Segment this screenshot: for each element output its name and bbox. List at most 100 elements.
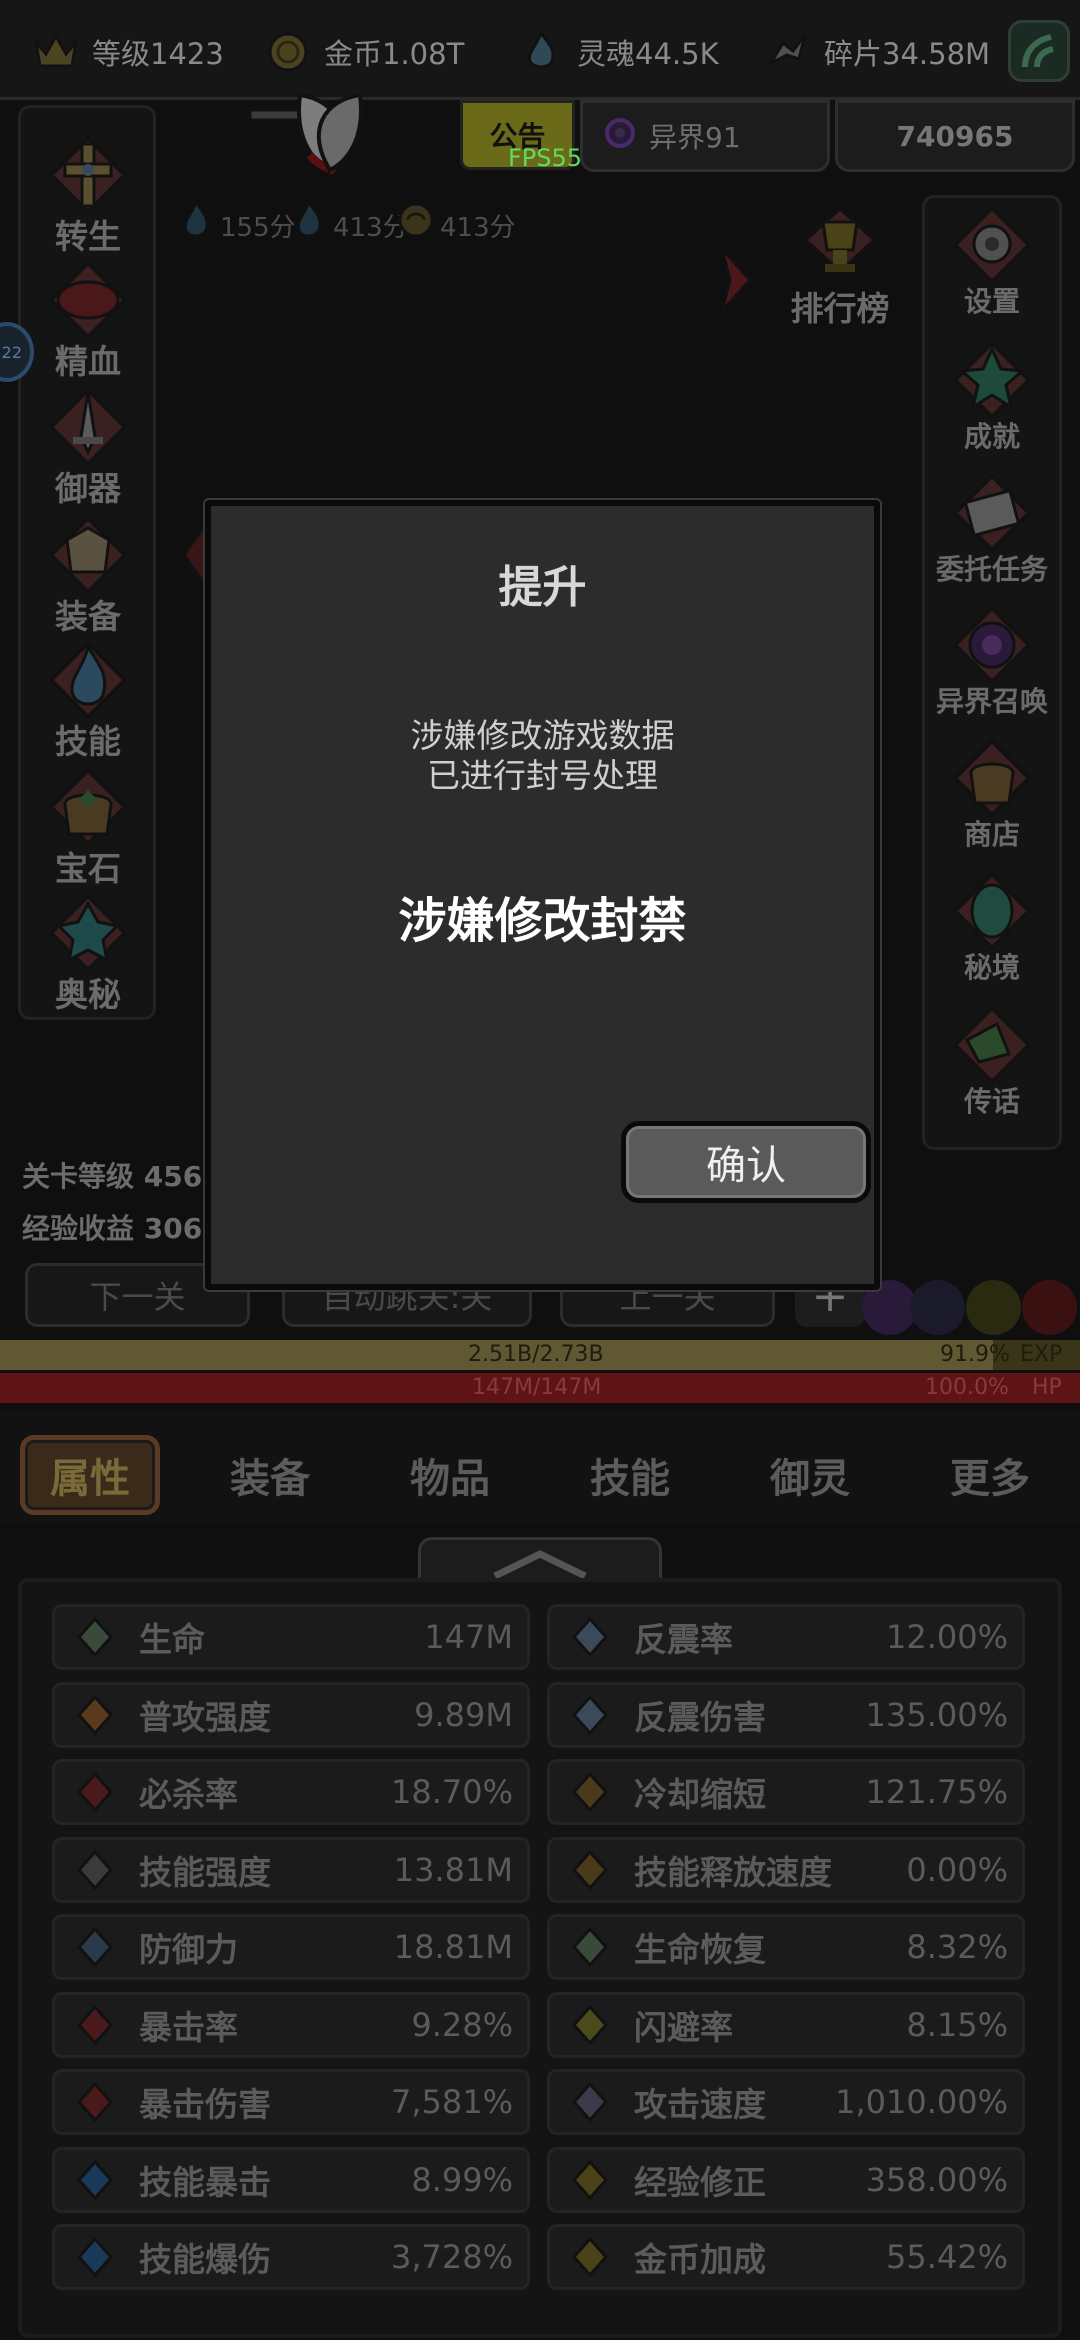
stat-value: 147M (424, 1618, 513, 1656)
score-item: 413分 (392, 196, 516, 244)
ban-dialog: 提升 涉嫌修改游戏数据 已进行封号处理 涉嫌修改封禁 确认 (205, 500, 880, 1290)
nav-skill[interactable]: 技能 (23, 635, 153, 763)
fatal-icon (69, 1766, 121, 1818)
stat-name: 冷却缩短 (634, 1775, 766, 1814)
gold-display: 金币1.08T (262, 14, 464, 90)
skill-crit-icon (69, 2154, 121, 2206)
stat-value: 7,581% (390, 2083, 513, 2121)
stat-name: 技能释放速度 (634, 1852, 832, 1892)
horn-icon (947, 1000, 1037, 1090)
chevron-right-icon[interactable] (716, 245, 756, 315)
hp-text: 147M/147M (472, 1375, 602, 1400)
stat-value: 55.42% (885, 2238, 1008, 2276)
nav-settings[interactable]: 设置 (927, 200, 1057, 320)
stat-row: 攻击速度 1,010.00% (547, 2069, 1025, 2135)
skill-crit-damage-icon (69, 2231, 121, 2283)
dialog-message: 涉嫌修改游戏数据 已进行封号处理 (211, 716, 874, 796)
nav-rebirth[interactable]: 转生 (23, 130, 153, 258)
stat-name: 经验修正 (634, 2162, 766, 2202)
resource-bar: 等级1423 金币1.08T 灵魂44.5K 碎片34.58M (0, 0, 1080, 100)
skill-slot[interactable] (966, 1280, 1021, 1335)
gem-bag-icon (43, 762, 133, 852)
stat-row: 反震伤害 135.00% (547, 1681, 1025, 1748)
stat-row: 闪避率 8.15% (547, 1991, 1025, 2058)
confirm-button[interactable]: 确认 (621, 1121, 871, 1203)
blue-flame-icon (172, 196, 220, 244)
exp-bar: 2.51B/2.73B 91.9% EXP (0, 1340, 1080, 1370)
soul-text: 灵魂44.5K (577, 37, 719, 71)
stat-name: 生命 (139, 1620, 205, 1659)
skill-slot[interactable] (1022, 1280, 1077, 1335)
stat-row: 暴击伤害 7,581% (52, 2069, 530, 2135)
stat-row: 技能释放速度 0.00% (547, 1836, 1025, 1903)
exp-crown-icon (564, 2154, 616, 2206)
stat-name: 生命恢复 (634, 1930, 766, 1969)
quest-icon (947, 468, 1037, 558)
crit-rate-icon (69, 1999, 121, 2051)
nav-achievement[interactable]: 成就 (927, 335, 1057, 455)
thorns-damage-icon (564, 1689, 616, 1741)
tab-skills[interactable]: 技能 (560, 1435, 700, 1515)
stat-row: 冷却缩短 121.75% (547, 1759, 1025, 1825)
shield-icon (69, 1921, 121, 1973)
stat-row: 技能暴击 8.99% (52, 2146, 530, 2213)
nav-label: 委托任务 (935, 553, 1048, 586)
ranking-button[interactable]: 排行榜 (780, 200, 900, 330)
skill-slot[interactable] (910, 1280, 965, 1335)
stat-value: 8.15% (906, 2005, 1008, 2044)
dialog-message-line: 涉嫌修改游戏数据 (410, 716, 675, 755)
nav-blood[interactable]: 精血 (23, 255, 153, 383)
tab-items[interactable]: 物品 (380, 1435, 520, 1515)
hp-tag: HP (1032, 1375, 1062, 1400)
otherworld-text: 异界91 (649, 121, 741, 154)
nav-shop[interactable]: 商店 (927, 733, 1057, 853)
shard-text: 碎片34.58M (824, 37, 991, 71)
stat-value: 1,010.00% (835, 2083, 1008, 2121)
stat-row: 技能强度 13.81M (52, 1836, 530, 1903)
stat-value: 121.75% (865, 1773, 1008, 1811)
nav-summon[interactable]: 异界召唤 (927, 600, 1057, 720)
stat-value: 9.89M (414, 1695, 513, 1734)
nav-equipment[interactable]: 装备 (23, 510, 153, 638)
crown-icon (30, 26, 82, 78)
tab-spirits[interactable]: 御灵 (740, 1435, 880, 1515)
stat-row: 经验修正 358.00% (547, 2146, 1025, 2213)
gold-text: 金币1.08T (324, 37, 465, 71)
signal-icon[interactable] (1008, 20, 1070, 82)
rebirth-icon (43, 130, 133, 220)
stat-row: 技能爆伤 3,728% (52, 2224, 530, 2290)
arcane-icon (43, 888, 133, 978)
bottom-tabs: 属性 装备 物品 技能 御灵 更多 (0, 1410, 1080, 1522)
attack-icon (69, 1689, 121, 1741)
stat-name: 暴击率 (139, 2007, 238, 2047)
hp-bar: 147M/147M 100.0% HP (0, 1373, 1080, 1403)
gold-coin-icon (262, 26, 314, 78)
secret-realm-icon (947, 866, 1037, 956)
tab-equipment[interactable]: 装备 (200, 1435, 340, 1515)
nav-secret-realm[interactable]: 秘境 (927, 866, 1057, 986)
soul-display: 灵魂44.5K (515, 14, 719, 90)
stat-row: 普攻强度 9.89M (52, 1681, 530, 1748)
tab-attributes[interactable]: 属性 (20, 1435, 160, 1515)
tab-more[interactable]: 更多 (920, 1435, 1060, 1515)
nav-quest[interactable]: 委托任务 (927, 468, 1057, 588)
nav-gem[interactable]: 宝石 (23, 762, 153, 890)
nav-broadcast[interactable]: 传话 (927, 1000, 1057, 1120)
trophy-icon (795, 200, 885, 290)
otherworld-button[interactable]: 异界91 (580, 100, 830, 172)
weapon-icon (43, 382, 133, 472)
stat-name: 技能爆伤 (139, 2240, 271, 2279)
nav-arcane[interactable]: 奥秘 (23, 888, 153, 1016)
chevron-left-icon[interactable] (178, 520, 208, 590)
nav-weapon[interactable]: 御器 (23, 382, 153, 510)
stat-row: 必杀率 18.70% (52, 1759, 530, 1825)
shop-bag-icon (947, 733, 1037, 823)
summon-portal-icon (947, 600, 1037, 690)
stat-value: 135.00% (865, 1695, 1008, 1734)
exp-text: 2.51B/2.73B (468, 1342, 604, 1367)
stat-name: 技能暴击 (139, 2162, 271, 2202)
stat-name: 技能强度 (139, 1852, 271, 1892)
shard-display: 碎片34.58M (762, 14, 990, 90)
stat-value: 358.00% (865, 2160, 1008, 2199)
settings-gear-icon (947, 200, 1037, 290)
